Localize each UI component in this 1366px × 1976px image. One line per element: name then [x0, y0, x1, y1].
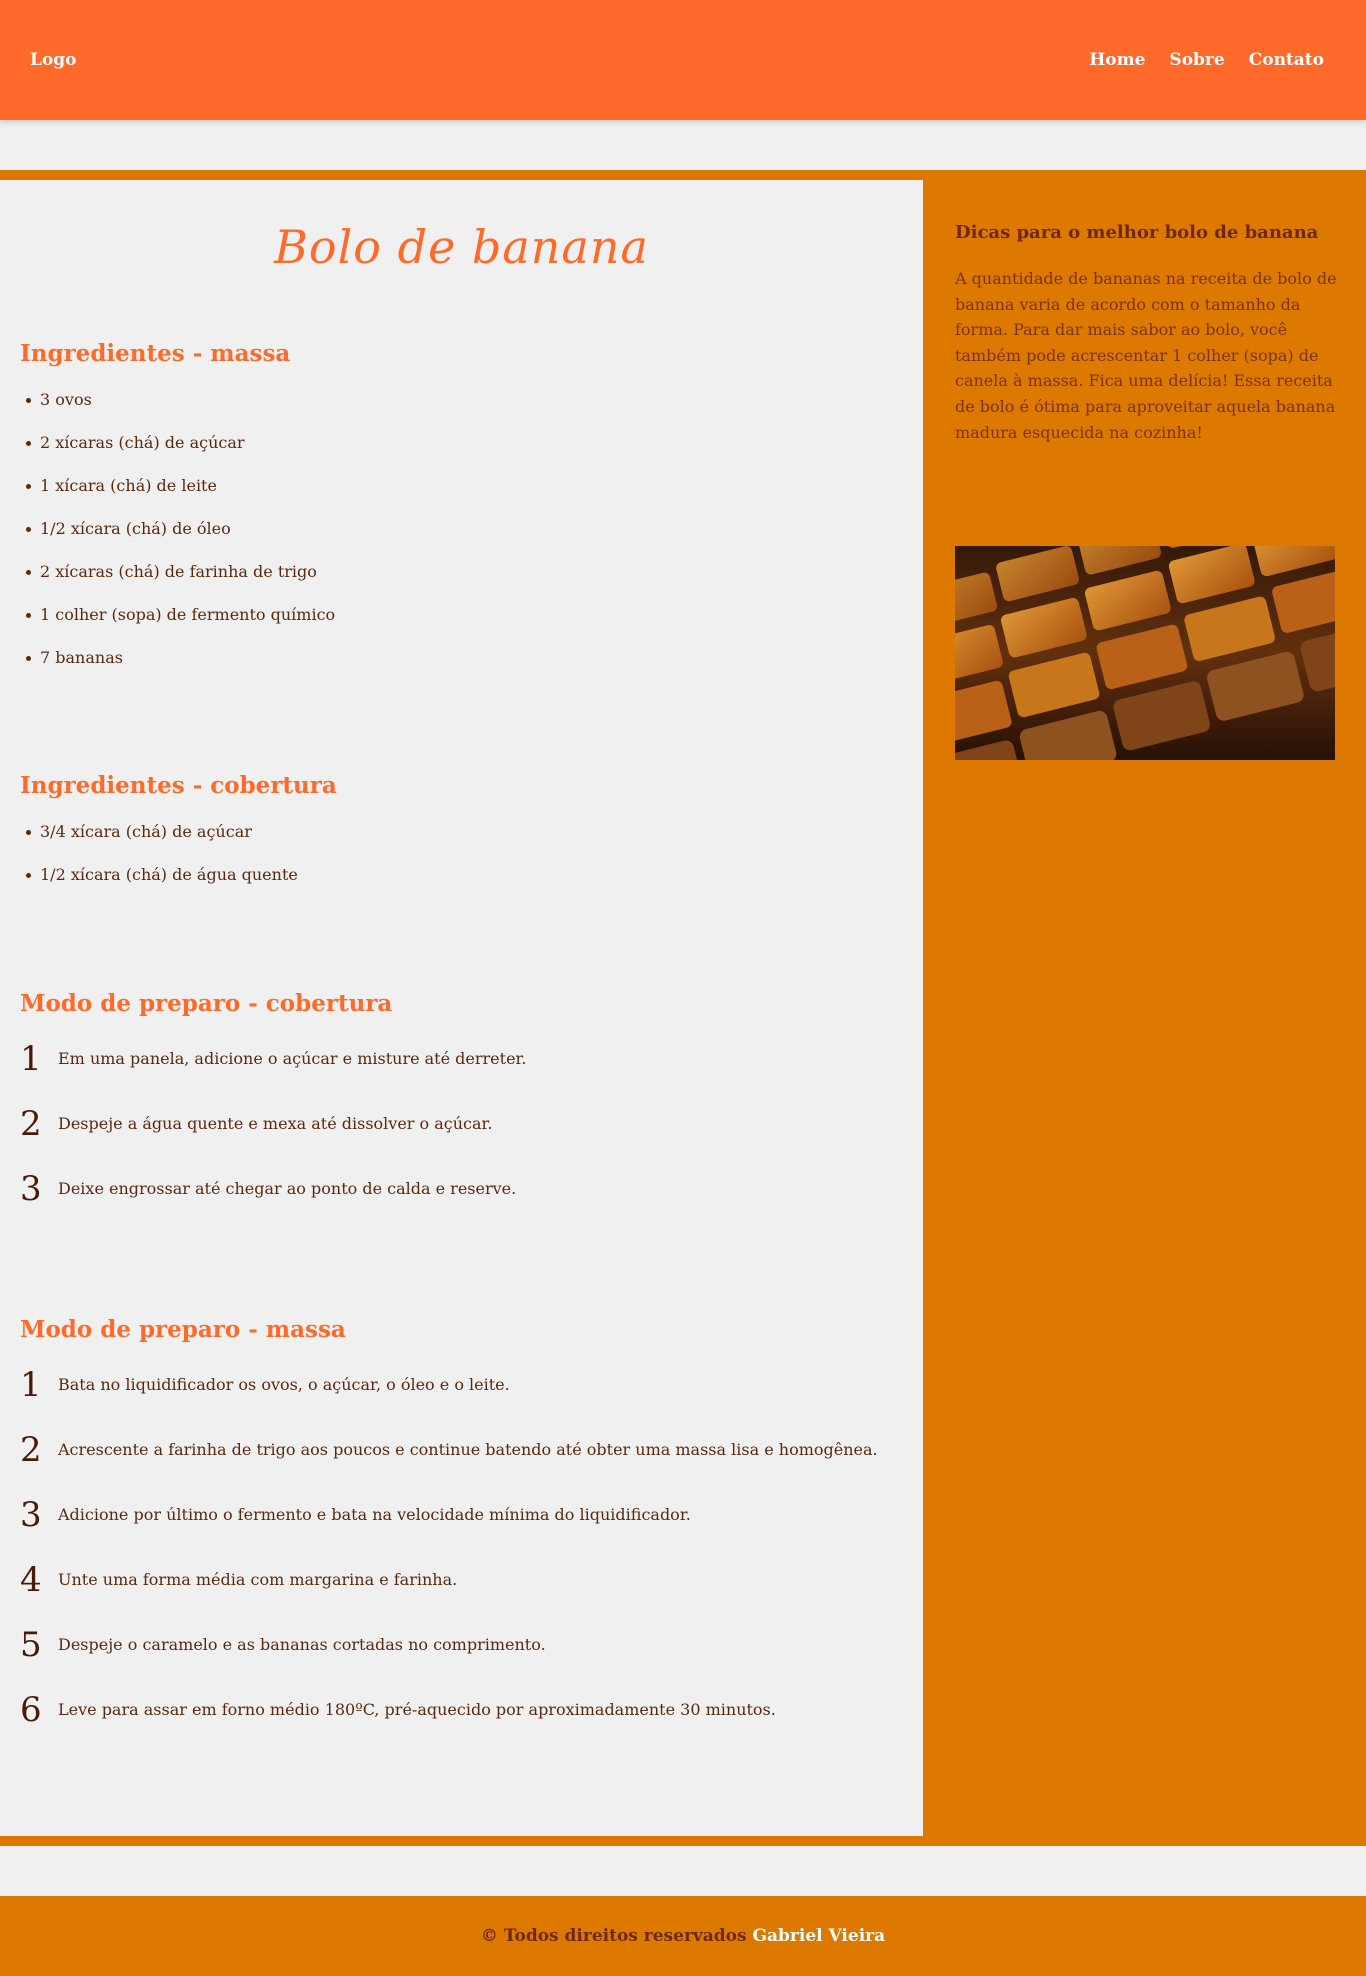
- step-number: 5: [20, 1625, 42, 1665]
- ingredient-item: 1 xícara (chá) de leite: [20, 476, 335, 519]
- step-item: 3 Adicione por último o fermento e bata n…: [20, 1495, 691, 1560]
- tips-title: Dicas para o melhor bolo de banana: [955, 222, 1319, 243]
- section-heading: Modo de preparo - cobertura: [20, 990, 393, 1017]
- ingredientes-massa-section: Ingredientes - massa 3 ovos 2 xícaras (c…: [20, 340, 335, 691]
- ingredient-item: 3/4 xícara (chá) de açúcar: [20, 822, 337, 865]
- accent-band-top: [0, 170, 1366, 180]
- step-text: Acrescente a farinha de trigo aos poucos…: [58, 1440, 878, 1459]
- step-number: 3: [20, 1169, 42, 1209]
- recipe-content: Bolo de banana Ingredientes - massa 3 ov…: [0, 180, 923, 1836]
- logo[interactable]: Logo: [30, 50, 77, 70]
- main-nav: Home Sobre Contato: [1089, 50, 1324, 70]
- step-item: 1 Bata no liquidificador os ovos, o açúca…: [20, 1365, 510, 1430]
- ingredient-item: 1/2 xícara (chá) de óleo: [20, 519, 335, 562]
- step-list: 1 Bata no liquidificador os ovos, o açúca…: [20, 1365, 878, 1755]
- step-text: Leve para assar em forno médio 180ºC, pr…: [58, 1700, 776, 1719]
- ingredient-list: 3 ovos 2 xícaras (chá) de açúcar 1 xícar…: [20, 390, 335, 691]
- step-item: 5 Despeje o caramelo e as bananas cortada…: [20, 1625, 546, 1690]
- ingredient-item: 1/2 xícara (chá) de água quente: [20, 865, 337, 908]
- step-item: 2 Despeje a água quente e mexa até dissol…: [20, 1104, 493, 1169]
- page-title: Bolo de banana: [274, 220, 649, 274]
- step-number: 3: [20, 1495, 42, 1535]
- nav-sobre-link[interactable]: Sobre: [1169, 50, 1224, 70]
- preparo-massa-section: Modo de preparo - massa 1 Bata no liquidi…: [20, 1316, 878, 1755]
- footer-author[interactable]: Gabriel Vieira: [753, 1926, 886, 1946]
- step-item: 2 Acrescente a farinha de trigo aos pouco…: [20, 1430, 878, 1495]
- step-text: Adicione por último o fermento e bata na…: [58, 1505, 691, 1524]
- step-text: Bata no liquidificador os ovos, o açúcar…: [58, 1375, 510, 1394]
- preparo-cobertura-section: Modo de preparo - cobertura 1 Em uma pane…: [20, 990, 527, 1234]
- step-text: Em uma panela, adicione o açúcar e mistu…: [58, 1049, 527, 1068]
- ingredient-item: 7 bananas: [20, 648, 335, 691]
- nav-home-link[interactable]: Home: [1089, 50, 1145, 70]
- nav-contato-link[interactable]: Contato: [1249, 50, 1324, 70]
- step-number: 1: [20, 1365, 42, 1405]
- section-heading: Ingredientes - massa: [20, 340, 291, 367]
- step-number: 6: [20, 1690, 42, 1730]
- ingredient-item: 1 colher (sopa) de fermento químico: [20, 605, 335, 648]
- step-number: 2: [20, 1430, 42, 1470]
- footer-text: © Todos direitos reservados: [480, 1926, 747, 1946]
- section-heading: Modo de preparo - massa: [20, 1316, 346, 1343]
- ingredient-item: 2 xícaras (chá) de farinha de trigo: [20, 562, 335, 605]
- ingredient-item: 3 ovos: [20, 390, 335, 433]
- step-item: 4 Unte uma forma média com margarina e fa…: [20, 1560, 457, 1625]
- tips-sidebar: Dicas para o melhor bolo de banana A qua…: [923, 180, 1366, 1836]
- site-header: Logo Home Sobre Contato: [0, 0, 1366, 120]
- step-item: 6 Leve para assar em forno médio 180ºC, p…: [20, 1690, 776, 1755]
- ingredientes-cobertura-section: Ingredientes - cobertura 3/4 xícara (chá…: [20, 772, 337, 908]
- step-item: 3 Deixe engrossar até chegar ao ponto de …: [20, 1169, 516, 1234]
- footer-copyright: © Todos direitos reservados Gabriel Viei…: [0, 1926, 1366, 1946]
- step-number: 4: [20, 1560, 42, 1600]
- step-text: Despeje a água quente e mexa até dissolv…: [58, 1114, 493, 1133]
- ingredient-item: 2 xícaras (chá) de açúcar: [20, 433, 335, 476]
- banana-cake-image: [955, 546, 1335, 760]
- step-list: 1 Em uma panela, adicione o açúcar e mist…: [20, 1039, 527, 1234]
- section-heading: Ingredientes - cobertura: [20, 772, 337, 799]
- step-item: 1 Em uma panela, adicione o açúcar e mist…: [20, 1039, 527, 1104]
- step-text: Unte uma forma média com margarina e far…: [58, 1570, 458, 1589]
- site-footer: © Todos direitos reservados Gabriel Viei…: [0, 1896, 1366, 1976]
- ingredient-list: 3/4 xícara (chá) de açúcar 1/2 xícara (c…: [20, 822, 337, 908]
- accent-band-bottom: [0, 1836, 1366, 1846]
- step-number: 1: [20, 1039, 42, 1079]
- step-number: 2: [20, 1104, 42, 1144]
- step-text: Despeje o caramelo e as bananas cortadas…: [58, 1635, 546, 1654]
- step-text: Deixe engrossar até chegar ao ponto de c…: [58, 1179, 517, 1198]
- tips-text: A quantidade de bananas na receita de bo…: [955, 269, 1337, 442]
